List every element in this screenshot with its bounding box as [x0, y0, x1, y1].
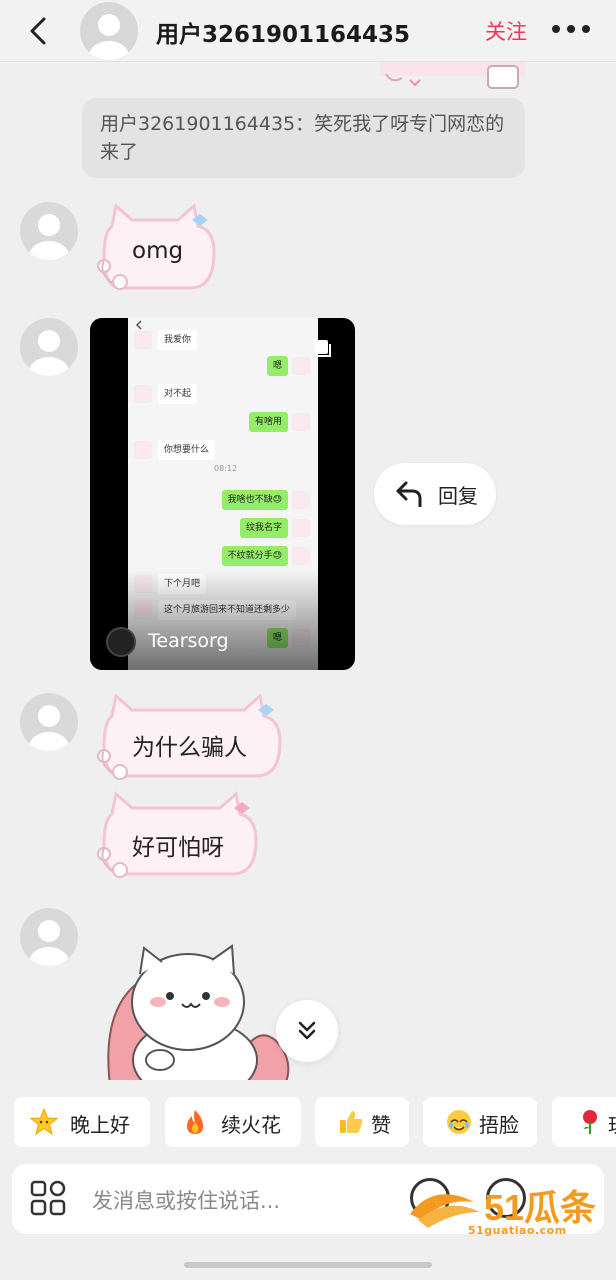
video-chat-avatar [134, 385, 152, 403]
default-avatar-icon [29, 214, 69, 260]
more-options-icon[interactable] [552, 22, 592, 36]
message-input[interactable]: 发消息或按住说话... [92, 1185, 280, 1215]
message-text: omg [132, 238, 184, 264]
quick-reply-chip[interactable]: 赞 [315, 1097, 409, 1147]
video-author-avatar [106, 627, 136, 657]
video-chat-time: 08:12 [214, 464, 238, 473]
video-chat-message: 我啥也不缺😓 [221, 490, 288, 510]
video-chat-avatar [292, 413, 310, 431]
default-avatar-icon [29, 705, 69, 751]
watermark-brand: 51瓜条 [484, 1187, 596, 1228]
star-face-icon [30, 1108, 58, 1136]
video-chat-avatar [134, 331, 152, 349]
reply-label: 回复 [438, 484, 478, 508]
video-author-name: Tearsorg [148, 630, 229, 652]
sender-avatar[interactable] [20, 693, 78, 751]
expand-icon[interactable] [312, 338, 332, 358]
chat-header: 用户3261901164435 关注 [0, 0, 616, 62]
sender-avatar[interactable] [20, 908, 78, 966]
sender-avatar[interactable] [20, 202, 78, 260]
default-avatar-icon [29, 920, 69, 966]
chat-username[interactable]: 用户3261901164435 [156, 15, 410, 49]
double-chevron-down-icon [298, 1021, 316, 1040]
message-bubble[interactable]: 好可怕呀 [92, 788, 264, 884]
quick-reply-chip[interactable]: 玫 [552, 1097, 616, 1147]
shared-video-card[interactable]: 我爱你嗯对不起有啥用你想要什么08:12我啥也不缺😓纹我名字不纹就分手😓下个月吧… [90, 318, 355, 670]
video-chat-avatar [292, 519, 310, 537]
reply-arrow-icon [396, 481, 422, 507]
default-avatar-icon [89, 14, 129, 60]
follow-button[interactable]: 关注 [485, 16, 527, 46]
video-chat-avatar [292, 357, 310, 375]
home-indicator [184, 1262, 432, 1268]
message-text: 好可怕呀 [132, 835, 224, 861]
video-chat-message: 对不起 [158, 384, 198, 404]
thumbs-up-icon [340, 1111, 363, 1133]
cutoff-cat-sticker [380, 62, 525, 89]
rose-icon [583, 1110, 597, 1134]
quoted-message-card[interactable]: 用户3261901164435：笑死我了呀专门网恋的来了 [82, 98, 525, 178]
back-arrow-icon[interactable] [22, 14, 56, 48]
video-chat-message: 我爱你 [158, 330, 198, 350]
sender-avatar[interactable] [20, 318, 78, 376]
video-chat-message: 有啥用 [248, 412, 288, 432]
quick-reply-bar: 晚上好 续火花 赞 捂脸 玫 [0, 1080, 616, 1160]
video-chat-avatar [292, 547, 310, 565]
message-bubble[interactable]: 为什么骗人 [92, 690, 288, 786]
chevron-left-icon [135, 320, 142, 330]
quick-reply-chip[interactable]: 续火花 [165, 1097, 301, 1147]
cat-sticker-icon [107, 944, 290, 1085]
video-chat-message: 不纹就分手😓 [221, 546, 288, 566]
cat-sticker-image[interactable] [100, 940, 290, 1085]
message-text: 为什么骗人 [132, 735, 247, 761]
fire-icon [187, 1110, 203, 1134]
reply-button[interactable]: 回复 [374, 463, 496, 525]
default-avatar-icon [29, 330, 69, 376]
header-avatar[interactable] [80, 2, 138, 60]
message-bubble[interactable]: omg [92, 200, 222, 298]
video-chat-avatar [134, 441, 152, 459]
video-chat-message: 纹我名字 [239, 518, 288, 538]
face-palm-icon [447, 1110, 471, 1134]
video-chat-message: 嗯 [266, 356, 288, 376]
watermark-url: 51guatiao.com [468, 1224, 567, 1237]
video-chat-avatar [292, 491, 310, 509]
scroll-to-bottom-button[interactable] [276, 1000, 338, 1062]
apps-grid-icon[interactable] [30, 1180, 66, 1216]
quick-reply-chip[interactable]: 晚上好 [14, 1097, 150, 1147]
video-chat-message: 你想要什么 [158, 440, 216, 460]
quick-reply-chip[interactable]: 捂脸 [423, 1097, 537, 1147]
